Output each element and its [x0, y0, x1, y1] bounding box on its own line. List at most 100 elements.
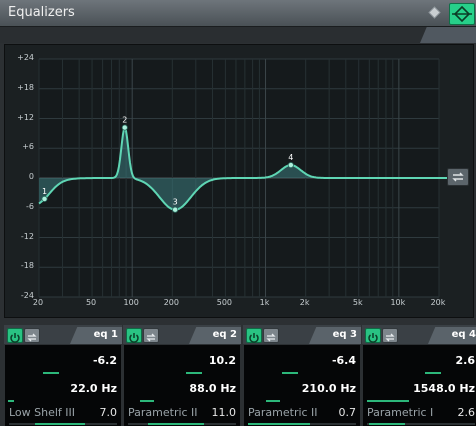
x-axis-label: 1k: [259, 298, 270, 307]
q-value[interactable]: 7.0: [100, 406, 118, 419]
band-params: 10.2 88.0 Hz Parametric II 11.0: [124, 345, 240, 426]
x-axis-label: 50: [85, 298, 97, 307]
loop-icon: [385, 333, 395, 342]
band-panels: eq 1 -6.2 22.0 Hz Low Shelf III 7.0 eq 2…: [0, 325, 476, 426]
x-axis-label: 10k: [390, 298, 406, 307]
band-panel-2: eq 2 10.2 88.0 Hz Parametric II 11.0: [123, 325, 241, 426]
q-value[interactable]: 0.7: [339, 406, 357, 419]
y-axis-label: 0: [28, 172, 34, 181]
strip-tab[interactable]: [420, 27, 476, 43]
band-node-1[interactable]: [41, 195, 48, 202]
band-tab[interactable]: eq 4: [428, 327, 476, 344]
band-params: -6.2 22.0 Hz Low Shelf III 7.0: [5, 345, 121, 426]
y-axis-label: -6: [26, 201, 34, 211]
band-tab-label: eq 2: [212, 329, 237, 340]
frequency-value[interactable]: 210.0 Hz: [302, 382, 356, 395]
gain-slider[interactable]: [282, 372, 298, 374]
q-value[interactable]: 2.6: [458, 406, 476, 419]
band-params: 2.6 1548.0 Hz Parametric I 2.6: [363, 345, 476, 426]
y-axis-label: -24: [20, 291, 34, 300]
gain-value[interactable]: -6.4: [332, 354, 356, 367]
band-panel-4: eq 4 2.6 1548.0 Hz Parametric I 2.6: [362, 325, 476, 426]
reset-band-button[interactable]: [382, 328, 398, 343]
gain-value[interactable]: 2.6: [456, 354, 476, 367]
band-node-2[interactable]: [121, 124, 128, 131]
band-node-label: 2: [122, 116, 127, 125]
gain-slider[interactable]: [43, 372, 59, 374]
power-icon: [249, 333, 259, 343]
power-button[interactable]: [246, 328, 262, 343]
filter-type-label[interactable]: Low Shelf III: [9, 406, 75, 419]
window-title: Equalizers: [8, 5, 75, 20]
gain-slider[interactable]: [186, 372, 202, 374]
band-tab[interactable]: eq 3: [309, 327, 361, 344]
frequency-slider[interactable]: [367, 400, 409, 402]
x-axis-label: 20k: [430, 298, 446, 307]
band-node-label: 4: [288, 153, 293, 162]
eq-curve-canvas[interactable]: 1 2 3 4: [5, 45, 473, 317]
loop-icon: [27, 333, 37, 342]
power-icon: [368, 333, 378, 343]
y-axis-label: -18: [20, 261, 34, 271]
loop-icon: [452, 172, 464, 182]
x-axis-label: 2k: [299, 298, 310, 307]
reset-band-button[interactable]: [263, 328, 279, 343]
band-params: -6.4 210.0 Hz Parametric II 0.7: [244, 345, 360, 426]
q-slider[interactable]: [148, 423, 204, 425]
band-header: eq 2: [123, 325, 241, 344]
diamond-icon[interactable]: [428, 6, 441, 19]
band-header: eq 4: [362, 325, 476, 344]
band-tab[interactable]: eq 1: [70, 327, 122, 344]
y-axis-label: +24: [17, 53, 34, 62]
power-button[interactable]: [7, 328, 23, 343]
frequency-slider[interactable]: [266, 400, 280, 402]
band-tab-label: eq 1: [93, 329, 118, 340]
eq-toggle-button[interactable]: [449, 3, 475, 25]
band-header: eq 1: [4, 325, 122, 344]
eq-graph[interactable]: 1 2 3 4: [4, 44, 474, 318]
band-node-3[interactable]: [172, 206, 179, 213]
power-button[interactable]: [126, 328, 142, 343]
q-slider[interactable]: [35, 423, 85, 425]
band-panel-3: eq 3 -6.4 210.0 Hz Parametric II 0.7: [243, 325, 361, 426]
graph-reset-button[interactable]: [447, 168, 469, 186]
power-icon: [10, 333, 20, 343]
loop-icon: [146, 333, 156, 342]
reset-band-button[interactable]: [24, 328, 40, 343]
power-button[interactable]: [365, 328, 381, 343]
x-axis-label: 5k: [352, 298, 363, 307]
title-bar: Equalizers: [0, 0, 476, 27]
filter-type-label[interactable]: Parametric II: [128, 406, 198, 419]
gain-slider[interactable]: [425, 372, 441, 374]
power-icon: [129, 333, 139, 343]
band-tab-label: eq 3: [332, 329, 357, 340]
q-slider[interactable]: [369, 423, 405, 425]
band-node-4[interactable]: [287, 162, 294, 169]
q-value[interactable]: 11.0: [212, 406, 237, 419]
x-axis-label: 500: [216, 298, 233, 307]
frequency-slider[interactable]: [140, 400, 154, 402]
q-slider[interactable]: [248, 423, 310, 425]
gain-value[interactable]: -6.2: [93, 354, 117, 367]
band-tab-label: eq 4: [451, 329, 476, 340]
band-node-label: 3: [173, 198, 178, 207]
band-panel-1: eq 1 -6.2 22.0 Hz Low Shelf III 7.0: [4, 325, 122, 426]
loop-icon: [266, 333, 276, 342]
y-axis-label: +18: [17, 82, 34, 92]
frequency-slider[interactable]: [8, 400, 14, 402]
gain-value[interactable]: 10.2: [209, 354, 236, 367]
reset-band-button[interactable]: [143, 328, 159, 343]
x-axis-label: 20: [32, 298, 44, 307]
frequency-value[interactable]: 22.0 Hz: [70, 382, 117, 395]
frequency-value[interactable]: 88.0 Hz: [189, 382, 236, 395]
x-axis-label: 200: [163, 298, 179, 307]
y-axis-label: -12: [20, 231, 34, 241]
filter-type-label[interactable]: Parametric I: [367, 406, 433, 419]
x-axis-label: 100: [123, 298, 139, 307]
band-header: eq 3: [243, 325, 361, 344]
y-axis-label: +6: [22, 142, 34, 152]
filter-type-label[interactable]: Parametric II: [248, 406, 318, 419]
frequency-value[interactable]: 1548.0 Hz: [413, 382, 475, 395]
equalizers-window: Equalizers 1234 +24 +18 +12 +6 0 -6 -12 -18 -24 2…: [0, 0, 476, 426]
band-tab[interactable]: eq 2: [189, 327, 241, 344]
